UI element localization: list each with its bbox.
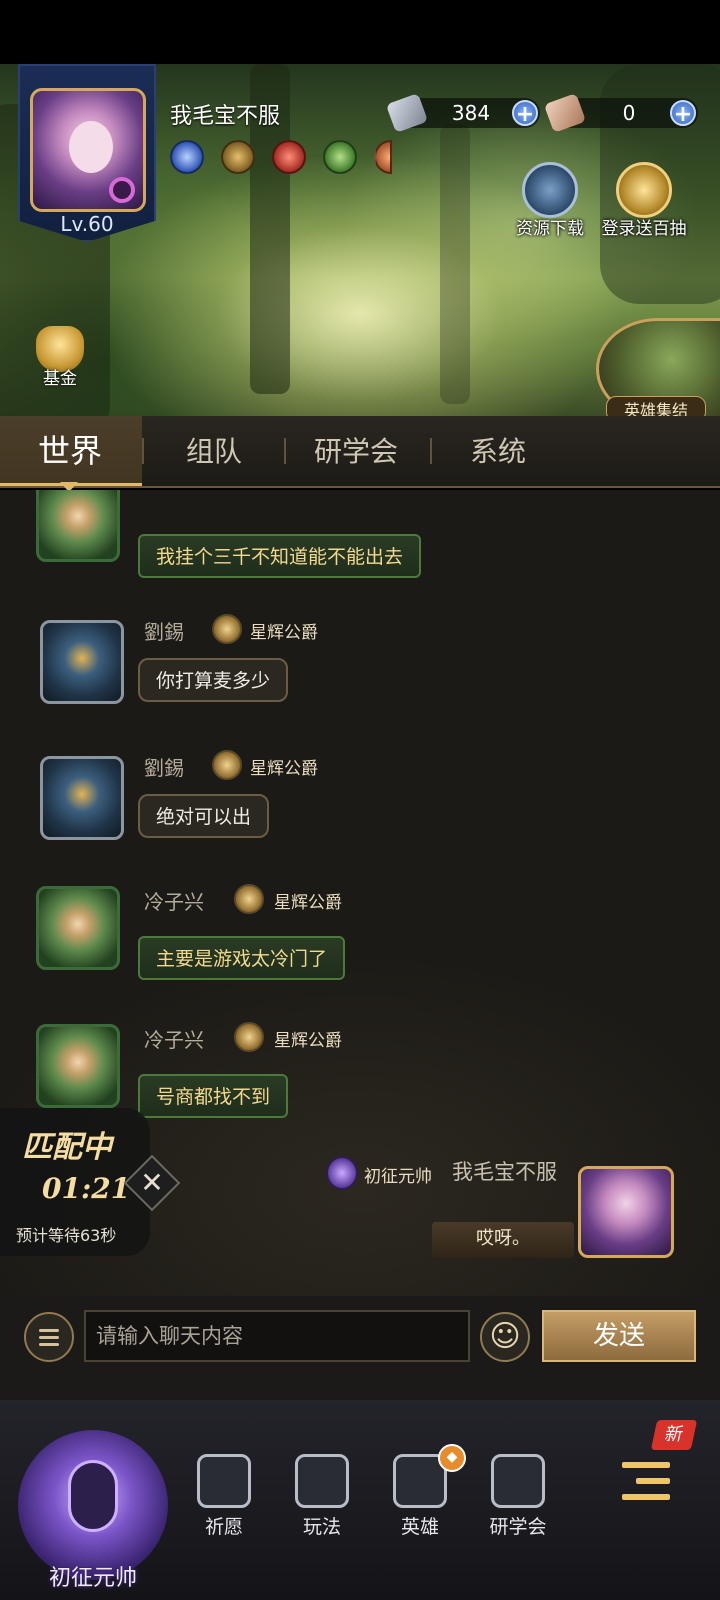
rank-emblem-button[interactable]: [18, 1430, 168, 1580]
rank-crest-icon: [234, 884, 264, 914]
wish-icon: [197, 1454, 251, 1508]
own-avatar[interactable]: [578, 1166, 674, 1258]
tab-divider: [142, 438, 144, 464]
unicorn-icon: [68, 1460, 118, 1532]
sender-name: 冷子兴: [144, 1028, 204, 1052]
scroll-count: 0: [622, 101, 636, 125]
rank-emblem-icon: [326, 1156, 358, 1190]
message-bubble: 主要是游戏太冷门了: [138, 936, 346, 980]
rank-crest-icon: [212, 750, 242, 780]
chat-tabs: 世界 组队 研学会 系统: [0, 416, 720, 488]
nav-study-society[interactable]: 研学会: [478, 1454, 558, 1539]
own-message-bubble: 哎呀。: [432, 1222, 574, 1258]
nav-gameplay[interactable]: 玩法: [282, 1454, 362, 1539]
send-button[interactable]: 发送: [542, 1310, 696, 1362]
sender-title: 星辉公爵: [274, 1031, 342, 1051]
sender-name: 冷子兴: [144, 890, 204, 914]
tab-world[interactable]: 世界: [38, 426, 102, 472]
matchmaking-timer: 01:21: [42, 1172, 131, 1205]
smiley-icon: ☺: [489, 1319, 521, 1354]
message-bubble: 我挂个三千不知道能不能出去: [138, 534, 422, 578]
add-gem-button[interactable]: +: [512, 100, 538, 127]
avatar-ring-icon: [109, 177, 135, 203]
resource-download-button[interactable]: 资源下载: [502, 162, 598, 239]
sender-title: 星辉公爵: [250, 623, 318, 643]
sender-avatar[interactable]: [40, 620, 124, 704]
blue-crest-badge-icon[interactable]: [170, 140, 204, 174]
chat-menu-button[interactable]: [24, 1312, 74, 1362]
red-crest-badge-icon[interactable]: [272, 140, 306, 174]
add-scroll-button[interactable]: +: [670, 100, 696, 127]
player-avatar-frame[interactable]: Lv.60: [18, 64, 156, 242]
login-gift-button[interactable]: 登录送百抽: [596, 162, 692, 239]
sender-name: 劉錫: [144, 756, 184, 780]
tab-study-society[interactable]: 研学会: [314, 430, 398, 470]
fund-button[interactable]: 基金: [30, 326, 90, 389]
crossed-banner-icon: [491, 1454, 545, 1508]
rank-label: 初征元帅: [48, 1566, 137, 1591]
player-name: 我毛宝不服: [170, 104, 281, 129]
new-badge: 新: [650, 1420, 698, 1450]
status-bar: [0, 0, 720, 64]
sender-avatar[interactable]: [36, 886, 120, 970]
currency-gem: 384 +: [385, 93, 540, 133]
gift-badge-icon: ◆: [438, 1444, 466, 1472]
emoji-button[interactable]: ☺: [480, 1312, 530, 1362]
gem-count: 384: [451, 101, 491, 125]
player-avatar: [30, 88, 146, 212]
gold-crest-badge-icon[interactable]: [221, 140, 255, 174]
orange-crest-badge-icon[interactable]: [374, 140, 392, 174]
nav-wish[interactable]: 祈愿: [184, 1454, 264, 1539]
sender-name: 劉錫: [144, 620, 184, 644]
download-icon: [522, 162, 578, 218]
own-rank-title: 初征元帅: [364, 1167, 432, 1187]
message-bubble: 绝对可以出: [138, 794, 270, 838]
rank-crest-icon: [234, 1022, 264, 1052]
sender-avatar[interactable]: [40, 756, 124, 840]
tab-divider: [430, 438, 432, 464]
achievement-badges: [170, 140, 392, 174]
close-icon: ✕: [140, 1166, 164, 1199]
matchmaking-estimate: 预计等待63秒: [16, 1226, 117, 1245]
sender-title: 星辉公爵: [274, 893, 342, 913]
sender-avatar[interactable]: [36, 490, 120, 562]
treasure-chest-icon: [616, 162, 672, 218]
sender-title: 星辉公爵: [250, 759, 318, 779]
tab-team[interactable]: 组队: [186, 430, 242, 470]
matchmaking-title: 匹配中: [22, 1130, 112, 1165]
more-menu-button[interactable]: [614, 1458, 672, 1504]
own-sender-name: 我毛宝不服: [452, 1160, 557, 1184]
currency-scroll: 0 +: [543, 93, 698, 133]
chat-input[interactable]: [84, 1310, 470, 1362]
tab-system[interactable]: 系统: [470, 430, 526, 470]
tab-divider: [284, 438, 286, 464]
message-bubble: 你打算麦多少: [138, 658, 289, 702]
gameplay-icon: [295, 1454, 349, 1508]
message-bubble: 号商都找不到: [138, 1074, 289, 1118]
rank-crest-icon: [212, 614, 242, 644]
green-crest-badge-icon[interactable]: [323, 140, 357, 174]
sender-avatar[interactable]: [36, 1024, 120, 1108]
